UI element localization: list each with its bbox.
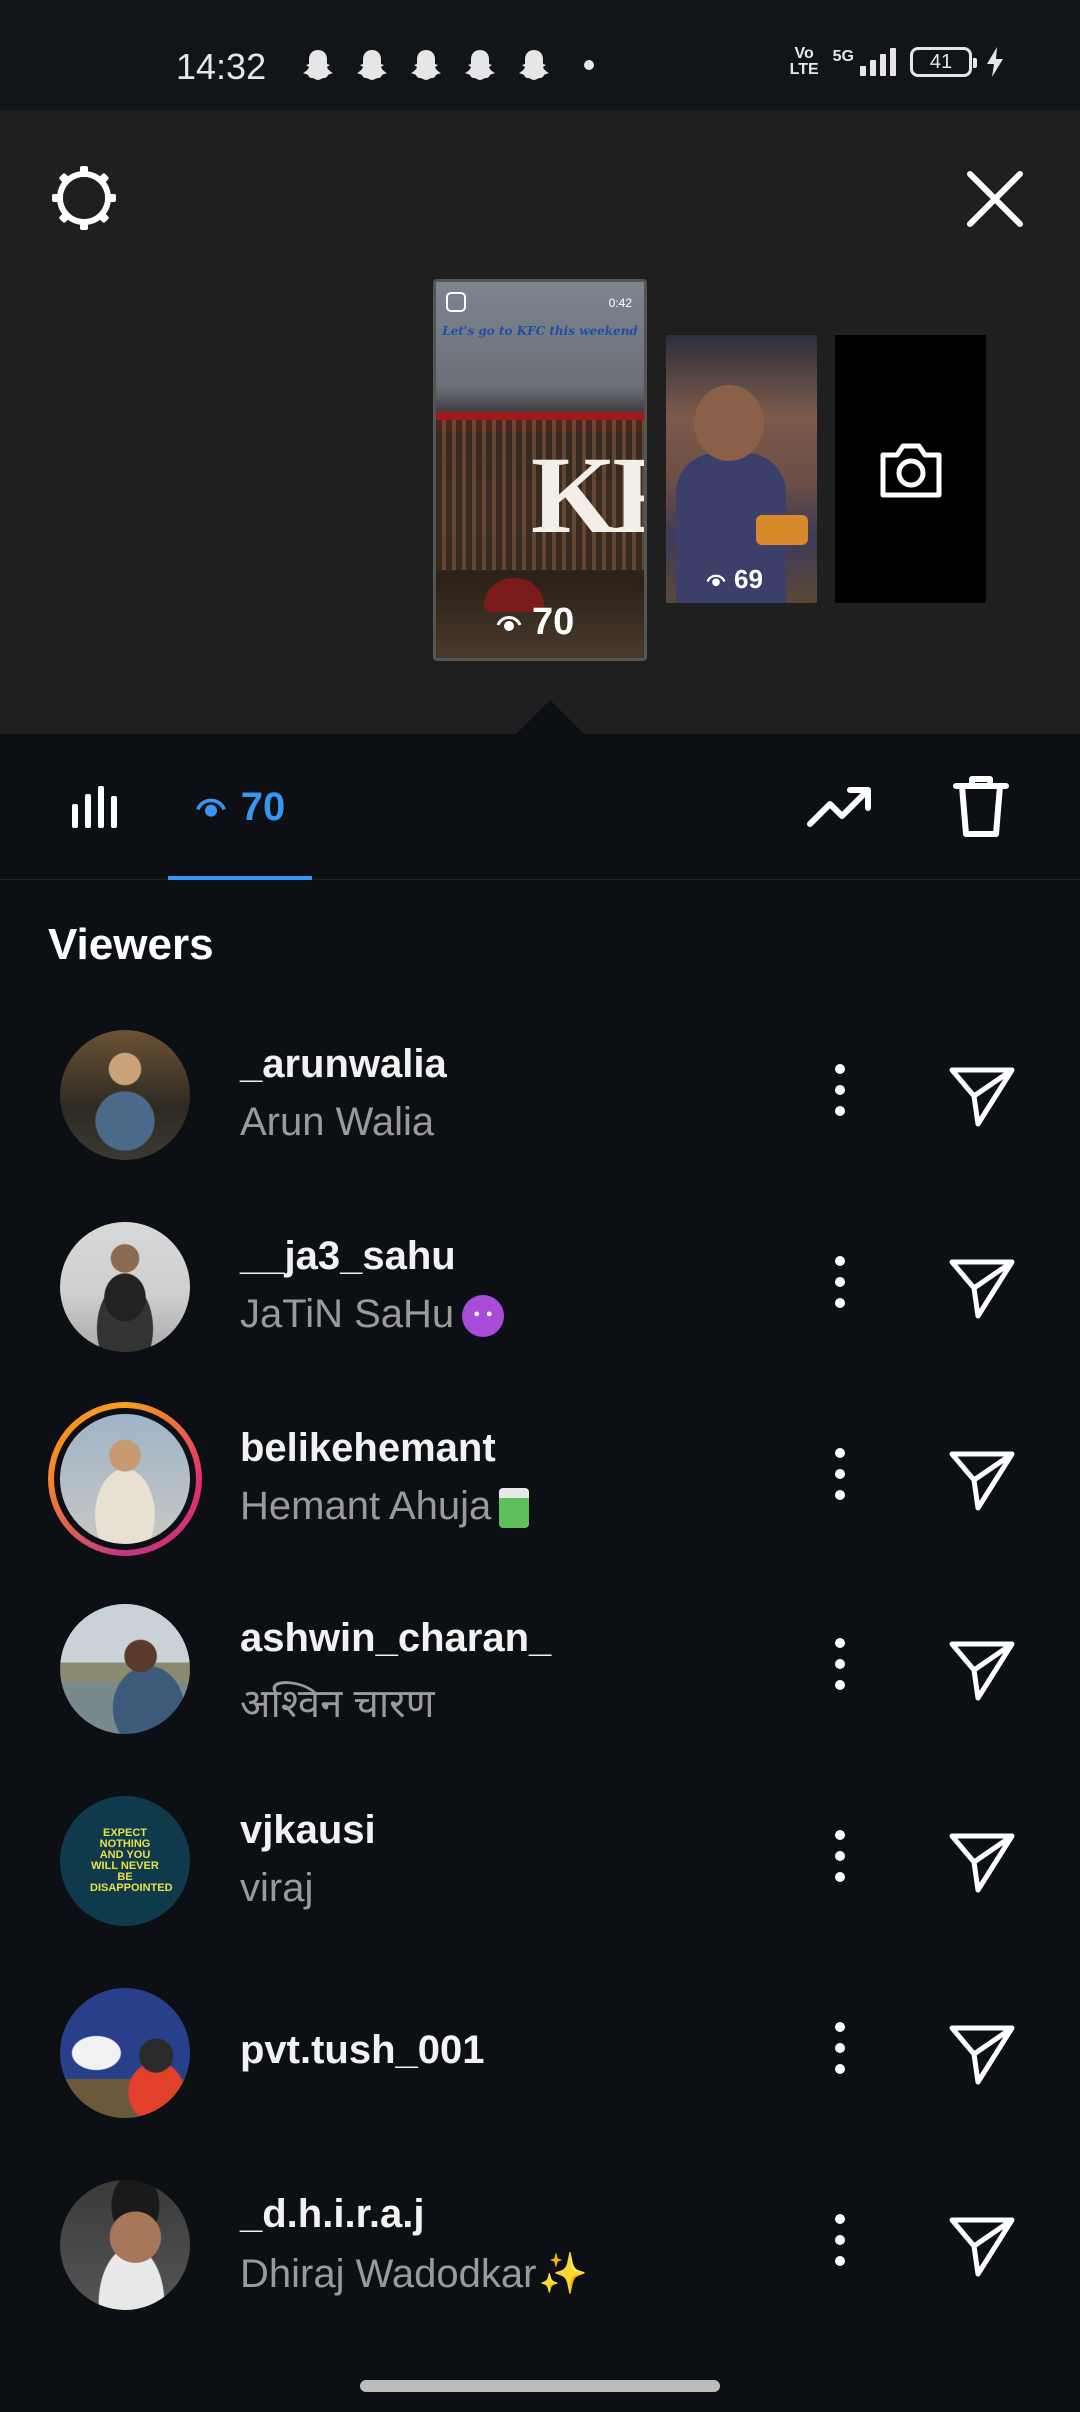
viewer-username[interactable]: __ja3_sahu — [240, 1234, 456, 1279]
avatar[interactable] — [60, 2180, 190, 2310]
viewer-fullname: अश्विन चारण — [240, 1682, 435, 1726]
eye-icon — [496, 615, 522, 631]
viewers-count: 70 — [240, 784, 286, 829]
add-story-button[interactable] — [835, 335, 986, 603]
more-options-icon[interactable] — [822, 1064, 858, 1124]
viewer-fullname: viraj — [240, 1866, 314, 1910]
viewer-row[interactable]: EXPECT NOTHING AND YOU WILL NEVER BE DIS… — [0, 1786, 1080, 1936]
avatar[interactable]: EXPECT NOTHING AND YOU WILL NEVER BE DIS… — [60, 1796, 190, 1926]
viewer-row[interactable]: ashwin_charan_ अश्विन चारण — [0, 1594, 1080, 1744]
signal-icon: 5G — [833, 48, 896, 76]
bar-chart-icon[interactable] — [68, 778, 122, 832]
close-icon[interactable] — [962, 166, 1028, 232]
viewer-fullname: Dhiraj Wadodkar✨ — [240, 2252, 589, 2296]
status-time: 14:32 — [176, 46, 267, 87]
avatar[interactable] — [60, 1988, 190, 2118]
sparkles-emoji: ✨ — [538, 2252, 589, 2296]
smiling-devil-emoji — [462, 1295, 505, 1338]
story-view-count: 70 — [496, 601, 574, 644]
snapchat-icon — [465, 50, 495, 80]
send-icon[interactable] — [946, 1444, 1018, 1516]
viewer-username[interactable]: ashwin_charan_ — [240, 1616, 551, 1661]
avatar-quote-text: EXPECT NOTHING AND YOU WILL NEVER BE DIS… — [90, 1827, 173, 1894]
story-thumbnail-current[interactable]: 0:42 Let's go to KFC this weekend KF 70 — [433, 279, 647, 661]
camera-icon — [880, 443, 942, 498]
snapchat-icon — [411, 50, 441, 80]
viewers-heading: Viewers — [48, 920, 214, 969]
viewer-row[interactable]: __ja3_sahu JaTiN SaHu — [0, 1212, 1080, 1362]
more-options-icon[interactable] — [822, 1448, 858, 1508]
viewer-fullname: Arun Walia — [240, 1100, 435, 1144]
story-thumbnail-second[interactable]: 69 — [666, 335, 817, 603]
reel-icon — [446, 292, 466, 312]
snapchat-icon — [519, 50, 549, 80]
settings-gear-icon[interactable] — [48, 162, 120, 234]
send-icon[interactable] — [946, 1826, 1018, 1898]
viewer-fullname: Hemant Ahuja — [240, 1484, 530, 1529]
viewer-username[interactable]: _d.h.i.r.a.j — [240, 2192, 425, 2237]
story-preview-area: 0:42 Let's go to KFC this weekend KF 70 … — [0, 110, 1080, 734]
home-indicator[interactable] — [360, 2380, 720, 2392]
send-icon[interactable] — [946, 1634, 1018, 1706]
avatar-with-story-ring[interactable] — [48, 1402, 202, 1556]
trending-up-icon[interactable] — [806, 782, 876, 832]
send-icon[interactable] — [946, 1252, 1018, 1324]
avatar[interactable] — [60, 1030, 190, 1160]
more-options-icon[interactable] — [822, 2214, 858, 2274]
more-options-icon[interactable] — [822, 1830, 858, 1890]
juice-box-emoji — [499, 1488, 530, 1529]
eye-icon — [195, 798, 226, 817]
send-icon[interactable] — [946, 2210, 1018, 2282]
notification-icons — [302, 48, 594, 82]
story-timer: 0:42 — [608, 296, 632, 310]
viewer-username[interactable]: pvt.tush_001 — [240, 2028, 485, 2073]
more-notifications-dot — [584, 60, 594, 70]
story-view-count: 69 — [706, 564, 763, 595]
snapchat-icon — [357, 50, 387, 80]
tab-viewers[interactable]: 70 — [168, 734, 312, 880]
send-icon[interactable] — [946, 1060, 1018, 1132]
story-caption: Let's go to KFC this weekend — [442, 324, 638, 338]
charging-icon — [987, 47, 1003, 77]
viewer-username[interactable]: _arunwalia — [240, 1042, 447, 1087]
viewer-username[interactable]: vjkausi — [240, 1808, 376, 1853]
trash-icon[interactable] — [950, 774, 1012, 840]
viewer-username[interactable]: belikehemant — [240, 1426, 496, 1471]
avatar[interactable] — [60, 1222, 190, 1352]
eye-icon — [706, 574, 726, 586]
story-insights-tabs: 70 — [0, 734, 1080, 880]
viewer-row[interactable]: _d.h.i.r.a.j Dhiraj Wadodkar✨ — [0, 2170, 1080, 2320]
viewer-fullname: JaTiN SaHu — [240, 1292, 505, 1338]
viewer-row[interactable]: belikehemant Hemant Ahuja — [0, 1402, 1080, 1556]
avatar[interactable] — [60, 1604, 190, 1734]
battery-icon: 41 — [910, 47, 977, 77]
snapchat-icon — [303, 50, 333, 80]
volte-indicator: Vo LTE — [789, 45, 819, 78]
more-options-icon[interactable] — [822, 1638, 858, 1698]
viewer-row[interactable]: pvt.tush_001 — [0, 1978, 1080, 2128]
viewer-row[interactable]: _arunwalia Arun Walia — [0, 1020, 1080, 1170]
status-bar: 14:32 Vo LTE 5G 41 — [0, 0, 1080, 110]
network-type: 5G — [832, 48, 854, 65]
selected-story-pointer — [516, 700, 584, 734]
kfc-sign: KF — [531, 434, 644, 556]
more-options-icon[interactable] — [822, 1256, 858, 1316]
send-icon[interactable] — [946, 2018, 1018, 2090]
more-options-icon[interactable] — [822, 2022, 858, 2082]
